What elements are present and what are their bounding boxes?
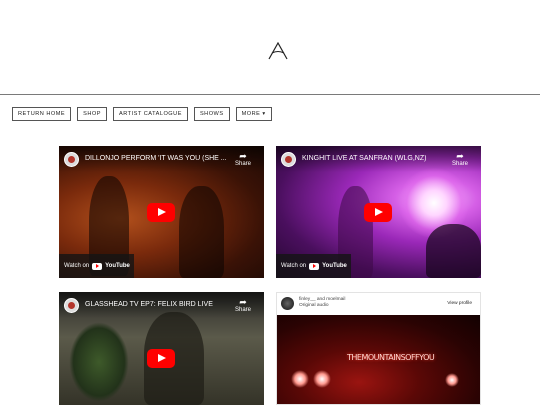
return-home-button[interactable]: RETURN HOME [12, 107, 72, 121]
youtube-logo-icon [92, 262, 103, 270]
stage-light [445, 373, 459, 387]
share-button[interactable]: ➦ Share [232, 151, 254, 168]
stage-light [291, 370, 309, 388]
shop-button[interactable]: SHOP [77, 107, 108, 121]
watch-on-label: Watch on [64, 263, 90, 269]
play-button[interactable] [147, 203, 175, 222]
play-button[interactable] [147, 349, 175, 368]
youtube-logo-icon [309, 262, 320, 270]
band-sign-text: THEMOUNTAINSOFFYOU [347, 353, 435, 362]
youtube-embed-dillonjo[interactable]: DILLONJO PERFORM 'IT WAS YOU (SHE ... ➦ S… [59, 146, 264, 278]
audio-label[interactable]: Original audio [299, 303, 345, 309]
youtube-embed-kinghit[interactable]: KINGHIT LIVE AT SANFRAN (WLG,NZ) ➦ Share … [276, 146, 481, 278]
platform-label: YouTube [322, 263, 347, 269]
video-title[interactable]: DILLONJO PERFORM 'IT WAS YOU (SHE ... [85, 155, 235, 162]
watch-on-youtube-button[interactable]: Watch on YouTube [59, 254, 134, 278]
channel-avatar[interactable] [64, 298, 79, 313]
instagram-user-info: finley__ and moelmail Original audio [299, 297, 345, 309]
video-title[interactable]: KINGHIT LIVE AT SANFRAN (WLG,NZ) [302, 155, 452, 162]
share-icon: ➦ [239, 151, 247, 161]
artist-catalogue-button[interactable]: ARTIST CATALOGUE [113, 107, 188, 121]
more-dropdown-button[interactable]: MORE ▾ [235, 107, 272, 121]
watch-on-label: Watch on [281, 263, 307, 269]
header-divider [0, 94, 540, 95]
share-button[interactable]: ➦ Share [449, 151, 471, 168]
shows-button[interactable]: SHOWS [193, 107, 230, 121]
youtube-embed-glasshead[interactable]: GLASSHEAD TV EP7: FELIX BIRD LIVE ➦ Share [59, 292, 264, 405]
share-icon: ➦ [456, 151, 464, 161]
instagram-header: finley__ and moelmail Original audio Vie… [277, 293, 480, 315]
nav-bar: RETURN HOME SHOP ARTIST CATALOGUE SHOWS … [12, 107, 272, 121]
share-icon: ➦ [239, 297, 247, 307]
share-button[interactable]: ➦ Share [232, 297, 254, 314]
stage-light [313, 370, 331, 388]
a-triangle-logo-icon[interactable] [268, 42, 288, 60]
instagram-embed[interactable]: finley__ and moelmail Original audio Vie… [276, 292, 481, 405]
profile-avatar[interactable] [281, 297, 294, 310]
crowd-silhouette [426, 224, 481, 278]
channel-avatar[interactable] [281, 152, 296, 167]
video-title[interactable]: GLASSHEAD TV EP7: FELIX BIRD LIVE [85, 301, 235, 308]
play-button[interactable] [364, 203, 392, 222]
watch-on-youtube-button[interactable]: Watch on YouTube [276, 254, 351, 278]
platform-label: YouTube [105, 263, 130, 269]
channel-avatar[interactable] [64, 152, 79, 167]
view-profile-link[interactable]: View profile [447, 301, 472, 306]
instagram-media[interactable]: THEMOUNTAINSOFFYOU [277, 315, 480, 404]
performer-silhouette [179, 186, 224, 278]
